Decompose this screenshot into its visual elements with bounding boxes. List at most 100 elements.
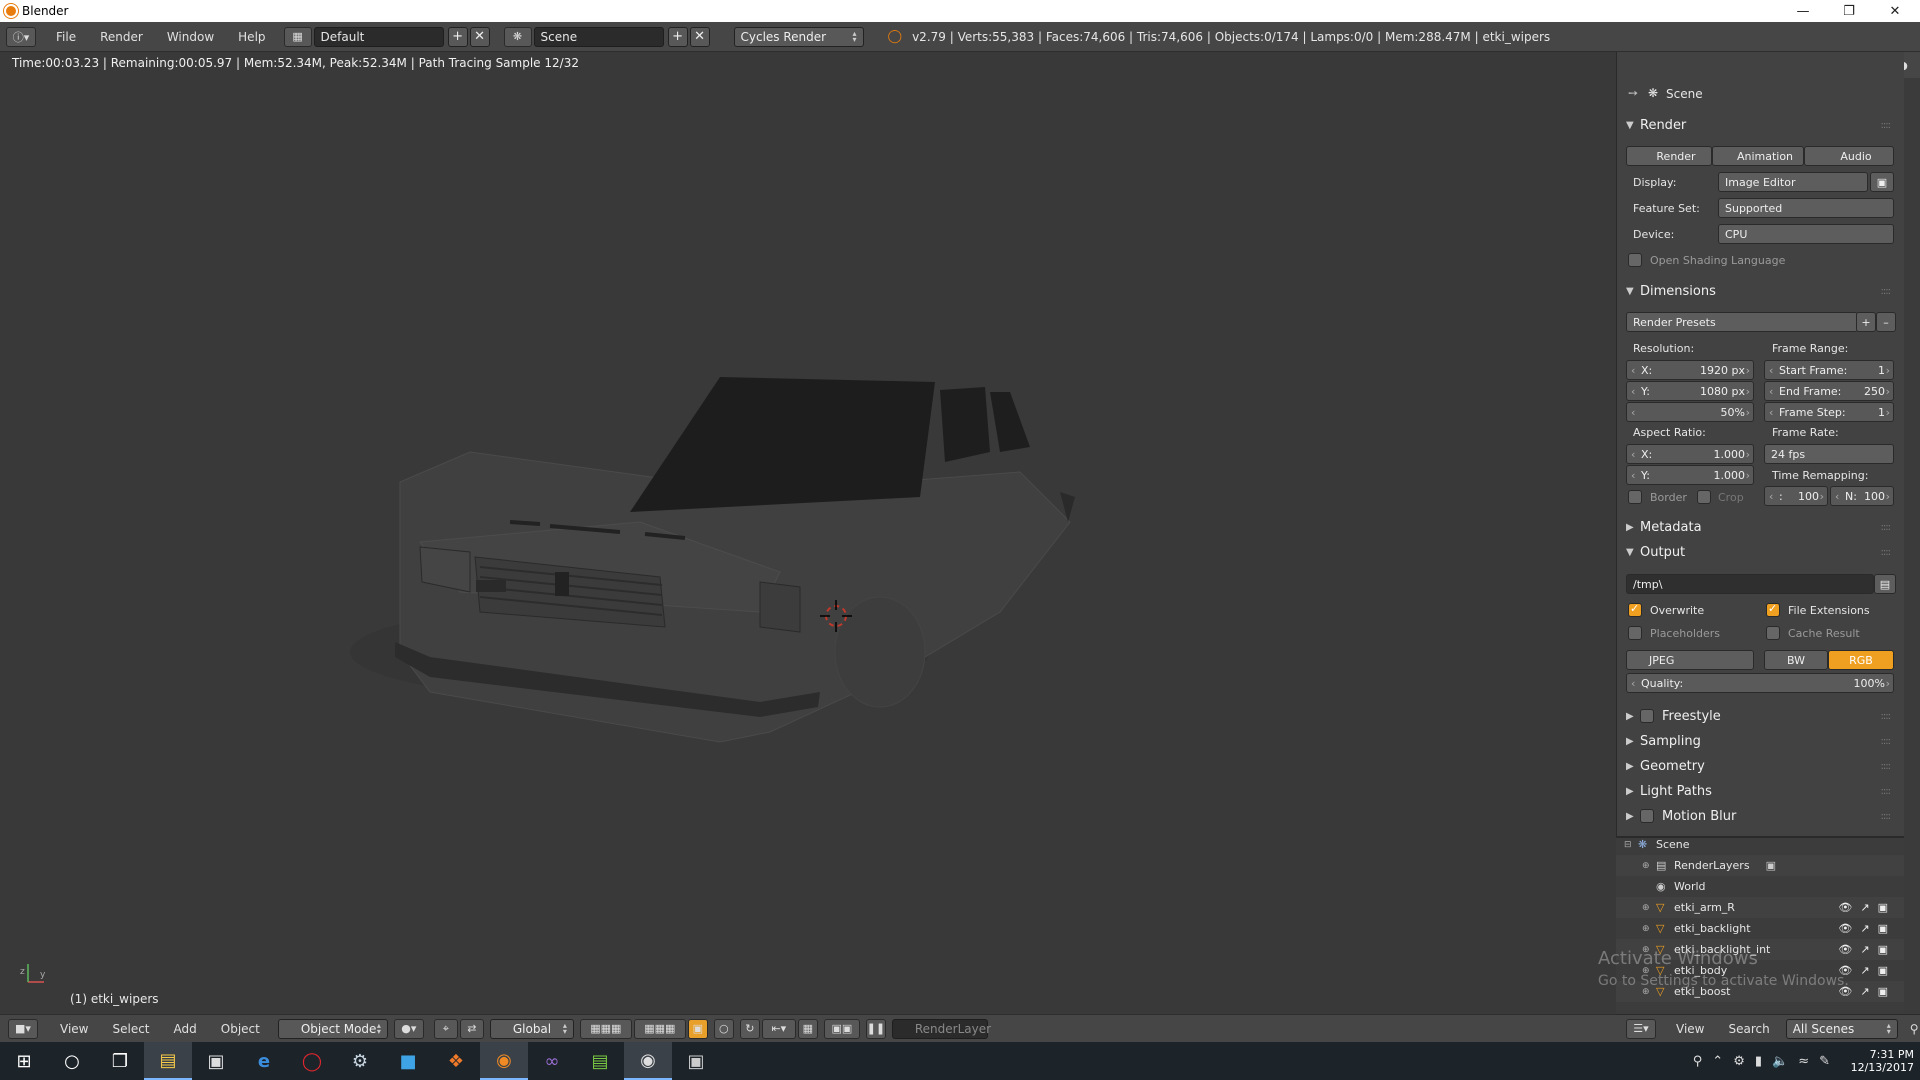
aspect-y-field[interactable]: Y:1.000 [1626, 465, 1754, 485]
search-icon[interactable]: ⚲ [1910, 1022, 1919, 1036]
render-panel-header[interactable]: ▼ Render :::: [1626, 114, 1894, 136]
steam-icon[interactable]: ⚙ [336, 1042, 384, 1080]
drag-grip-icon[interactable]: :::: [1881, 120, 1892, 131]
pause-render-icon[interactable]: ❚❚ [865, 1018, 886, 1039]
menu-add[interactable]: Add [162, 1022, 209, 1036]
drag-grip-icon[interactable]: :::: [1881, 811, 1892, 822]
scene-field[interactable]: Scene [533, 26, 664, 47]
remove-scene-icon[interactable]: ✕ [689, 26, 710, 47]
osl-checkbox[interactable] [1628, 253, 1642, 267]
device-dropdown[interactable]: CPU [1718, 224, 1894, 244]
editor-type-3d-icon[interactable]: ■▾ [8, 1018, 38, 1039]
end-frame-field[interactable]: End Frame:250 [1764, 381, 1894, 401]
image-viewer-icon[interactable]: ▣ [672, 1042, 720, 1080]
add-layout-icon[interactable]: + [447, 26, 468, 47]
network-icon[interactable]: ≈ [1798, 1054, 1809, 1069]
geometry-panel-header[interactable]: ▶ Geometry :::: [1626, 755, 1894, 777]
pivot-point-icon[interactable]: ⌖ [433, 1018, 458, 1039]
expand-toggle-icon[interactable]: ⊕ [1642, 861, 1656, 871]
drag-grip-icon[interactable]: :::: [1881, 736, 1892, 747]
motion-blur-checkbox[interactable] [1640, 809, 1654, 823]
expand-toggle-icon[interactable]: ⊕ [1642, 924, 1656, 934]
quality-slider[interactable]: Quality:100% [1626, 673, 1894, 693]
metadata-panel-header[interactable]: ▶ Metadata :::: [1626, 516, 1894, 538]
placeholders-checkbox[interactable] [1628, 626, 1642, 640]
task-view-icon[interactable]: ❐ [96, 1042, 144, 1080]
add-preset-icon[interactable]: + [1856, 312, 1876, 332]
menu-window[interactable]: Window [155, 30, 226, 44]
drag-grip-icon[interactable]: :::: [1881, 711, 1892, 722]
render-button[interactable]: Render [1626, 146, 1712, 166]
media-player-icon[interactable]: ◉ [624, 1042, 672, 1080]
freestyle-panel-header[interactable]: ▶ Freestyle :::: [1626, 705, 1894, 727]
light-paths-panel-header[interactable]: ▶ Light Paths :::: [1626, 780, 1894, 802]
file-extensions-checkbox[interactable] [1766, 602, 1780, 617]
outliner-row-renderlayers[interactable]: ⊕ ▤ RenderLayers ▣ [1616, 855, 1904, 876]
resolution-percent-field[interactable]: 50% [1626, 402, 1754, 422]
drag-grip-icon[interactable]: :::: [1881, 522, 1892, 533]
edge-browser-icon[interactable]: e [240, 1042, 288, 1080]
screen-layout-field[interactable]: Default [313, 26, 444, 47]
snap-icon[interactable]: ↻ [739, 1018, 760, 1039]
windows-start-icon[interactable]: ⊞ [0, 1042, 48, 1080]
file-format-dropdown[interactable]: JPEG [1626, 650, 1754, 670]
layout-grid-icon[interactable]: ▦ [283, 26, 312, 47]
resolution-y-field[interactable]: Y:1080 px [1626, 381, 1754, 401]
store-icon[interactable]: ▣ [192, 1042, 240, 1080]
render-preview-icon[interactable]: ▣▣ [823, 1018, 860, 1039]
menu-select[interactable]: Select [100, 1022, 161, 1036]
proportional-edit-icon[interactable]: ○ [713, 1018, 734, 1039]
render-presets-dropdown[interactable]: Render Presets [1626, 312, 1858, 332]
outliner-menu-view[interactable]: View [1664, 1022, 1716, 1036]
time-remap-new-field[interactable]: N:100 [1830, 486, 1894, 506]
maximize-button[interactable]: ❐ [1826, 0, 1872, 22]
feature-set-dropdown[interactable]: Supported [1718, 198, 1894, 218]
snap-element-icon[interactable]: ⇤▾ [761, 1018, 796, 1039]
dimensions-panel-header[interactable]: ▼ Dimensions :::: [1626, 280, 1894, 302]
layers-grid-2-icon[interactable]: ▦▦▦ [633, 1018, 686, 1039]
transform-orientation-dropdown[interactable]: Global [489, 1018, 574, 1039]
aspect-x-field[interactable]: X:1.000 [1626, 444, 1754, 464]
cache-result-checkbox[interactable] [1766, 626, 1780, 640]
animation-button[interactable]: Animation [1712, 146, 1804, 166]
lock-layers-icon[interactable]: ▣ [687, 1018, 708, 1039]
sampling-panel-header[interactable]: ▶ Sampling :::: [1626, 730, 1894, 752]
motion-blur-panel-header[interactable]: ▶ Motion Blur :::: [1626, 805, 1894, 827]
overwrite-checkbox[interactable] [1628, 602, 1642, 617]
rgb-button[interactable]: RGB [1828, 650, 1894, 670]
freestyle-checkbox[interactable] [1640, 709, 1654, 723]
pen-icon[interactable]: ✎ [1819, 1054, 1830, 1069]
outliner-row-object[interactable]: ⊕ ▽ etki_arm_R 👁↗▣ [1616, 897, 1904, 918]
output-panel-header[interactable]: ▼ Output :::: [1626, 541, 1894, 563]
opera-browser-icon[interactable]: ◯ [288, 1042, 336, 1080]
steam-tray-icon[interactable]: ⚙ [1733, 1054, 1745, 1069]
lock-display-icon[interactable]: ▣ [1870, 172, 1894, 192]
display-mode-dropdown[interactable]: All Scenes [1785, 1018, 1898, 1039]
expand-toggle-icon[interactable]: ⊕ [1642, 903, 1656, 913]
collapse-toggle-icon[interactable]: ⊟ [1624, 840, 1638, 850]
add-scene-icon[interactable]: + [667, 26, 688, 47]
border-checkbox[interactable] [1628, 490, 1642, 504]
remove-preset-icon[interactable]: – [1876, 312, 1896, 332]
audio-button[interactable]: Audio [1804, 146, 1894, 166]
photoshop-icon[interactable]: ■ [384, 1042, 432, 1080]
output-path-field[interactable]: /tmp\ [1626, 574, 1874, 594]
scene-icon[interactable]: ❋ [503, 26, 532, 47]
time-remap-old-field[interactable]: :100 [1764, 486, 1828, 506]
menu-object[interactable]: Object [209, 1022, 272, 1036]
manipulator-icon[interactable]: ⇄ [459, 1018, 484, 1039]
minimize-button[interactable]: — [1780, 0, 1826, 22]
drag-grip-icon[interactable]: :::: [1881, 786, 1892, 797]
editor-type-outliner-icon[interactable]: ☰▾ [1626, 1018, 1656, 1039]
display-dropdown[interactable]: Image Editor [1718, 172, 1868, 192]
frame-rate-dropdown[interactable]: 24 fps [1764, 444, 1894, 464]
3d-viewport[interactable]: y z [0, 52, 1616, 1014]
editor-type-info-icon[interactable]: ⓘ▾ [6, 26, 36, 47]
browse-folder-icon[interactable]: ▤ [1874, 574, 1896, 594]
battery-icon[interactable]: ▮ [1755, 1054, 1762, 1069]
volume-icon[interactable]: 🔈 [1772, 1054, 1788, 1069]
notepad-icon[interactable]: ▤ [576, 1042, 624, 1080]
people-icon[interactable]: ⚲ [1693, 1054, 1703, 1069]
frame-step-field[interactable]: Frame Step:1 [1764, 402, 1894, 422]
menu-help[interactable]: Help [226, 30, 277, 44]
